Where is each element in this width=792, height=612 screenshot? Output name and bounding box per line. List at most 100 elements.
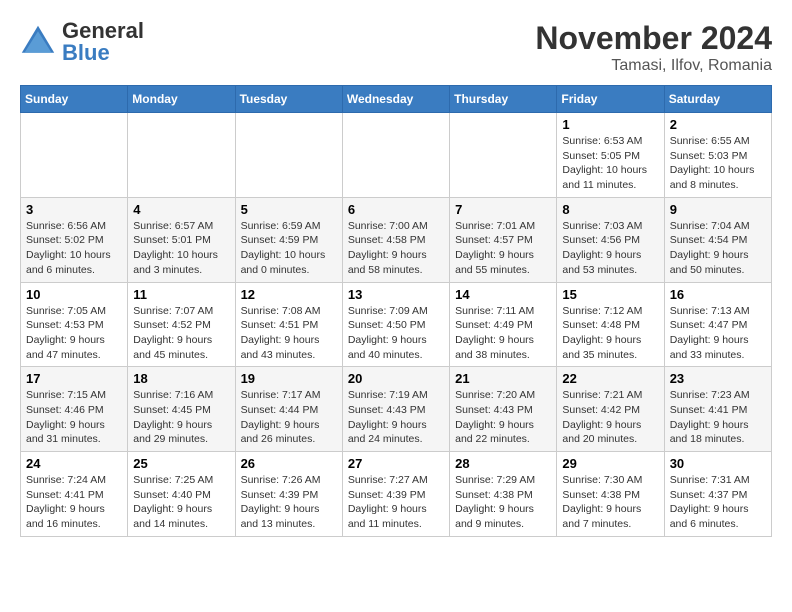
day-number: 5 xyxy=(241,202,337,217)
day-number: 30 xyxy=(670,456,766,471)
day-info: Sunrise: 6:59 AM Sunset: 4:59 PM Dayligh… xyxy=(241,219,337,278)
day-number: 13 xyxy=(348,287,444,302)
day-header-wednesday: Wednesday xyxy=(342,86,449,113)
day-number: 2 xyxy=(670,117,766,132)
day-info: Sunrise: 6:53 AM Sunset: 5:05 PM Dayligh… xyxy=(562,134,658,193)
day-number: 27 xyxy=(348,456,444,471)
day-info: Sunrise: 7:29 AM Sunset: 4:38 PM Dayligh… xyxy=(455,473,551,532)
calendar-cell: 16 Sunrise: 7:13 AM Sunset: 4:47 PM Dayli… xyxy=(664,282,771,367)
day-info: Sunrise: 7:07 AM Sunset: 4:52 PM Dayligh… xyxy=(133,304,229,363)
day-number: 8 xyxy=(562,202,658,217)
day-number: 10 xyxy=(26,287,122,302)
title-block: November 2024 Tamasi, Ilfov, Romania xyxy=(535,20,772,75)
day-number: 14 xyxy=(455,287,551,302)
calendar-cell: 18 Sunrise: 7:16 AM Sunset: 4:45 PM Dayli… xyxy=(128,367,235,452)
calendar-cell: 27Sunrise: 7:27 AM Sunset: 4:39 PM Dayli… xyxy=(342,452,449,537)
calendar-week-3: 10 Sunrise: 7:05 AM Sunset: 4:53 PM Dayli… xyxy=(21,282,772,367)
day-number: 25 xyxy=(133,456,229,471)
day-info: Sunrise: 6:55 AM Sunset: 5:03 PM Dayligh… xyxy=(670,134,766,193)
logo-text: General Blue xyxy=(62,20,144,64)
day-info: Sunrise: 7:11 AM Sunset: 4:49 PM Dayligh… xyxy=(455,304,551,363)
calendar-cell: 10 Sunrise: 7:05 AM Sunset: 4:53 PM Dayli… xyxy=(21,282,128,367)
calendar-cell: 26 Sunrise: 7:26 AM Sunset: 4:39 PM Dayli… xyxy=(235,452,342,537)
day-number: 17 xyxy=(26,371,122,386)
day-info: Sunrise: 7:24 AM Sunset: 4:41 PM Dayligh… xyxy=(26,473,122,532)
calendar-cell: 1 Sunrise: 6:53 AM Sunset: 5:05 PM Daylig… xyxy=(557,113,664,198)
calendar-cell: 25 Sunrise: 7:25 AM Sunset: 4:40 PM Dayli… xyxy=(128,452,235,537)
day-number: 12 xyxy=(241,287,337,302)
day-info: Sunrise: 7:25 AM Sunset: 4:40 PM Dayligh… xyxy=(133,473,229,532)
day-info: Sunrise: 7:13 AM Sunset: 4:47 PM Dayligh… xyxy=(670,304,766,363)
calendar-cell: 11 Sunrise: 7:07 AM Sunset: 4:52 PM Dayli… xyxy=(128,282,235,367)
calendar-cell: 30 Sunrise: 7:31 AM Sunset: 4:37 PM Dayli… xyxy=(664,452,771,537)
calendar-cell: 8Sunrise: 7:03 AM Sunset: 4:56 PM Daylig… xyxy=(557,197,664,282)
day-number: 16 xyxy=(670,287,766,302)
day-info: Sunrise: 7:08 AM Sunset: 4:51 PM Dayligh… xyxy=(241,304,337,363)
calendar-cell: 23Sunrise: 7:23 AM Sunset: 4:41 PM Dayli… xyxy=(664,367,771,452)
calendar-cell xyxy=(21,113,128,198)
day-info: Sunrise: 7:20 AM Sunset: 4:43 PM Dayligh… xyxy=(455,388,551,447)
day-number: 15 xyxy=(562,287,658,302)
calendar-cell: 13 Sunrise: 7:09 AM Sunset: 4:50 PM Dayli… xyxy=(342,282,449,367)
calendar-cell: 5 Sunrise: 6:59 AM Sunset: 4:59 PM Daylig… xyxy=(235,197,342,282)
calendar-week-5: 24Sunrise: 7:24 AM Sunset: 4:41 PM Dayli… xyxy=(21,452,772,537)
day-info: Sunrise: 7:17 AM Sunset: 4:44 PM Dayligh… xyxy=(241,388,337,447)
calendar-cell: 28 Sunrise: 7:29 AM Sunset: 4:38 PM Dayli… xyxy=(450,452,557,537)
day-number: 6 xyxy=(348,202,444,217)
day-number: 21 xyxy=(455,371,551,386)
day-number: 1 xyxy=(562,117,658,132)
day-header-friday: Friday xyxy=(557,86,664,113)
day-info: Sunrise: 7:19 AM Sunset: 4:43 PM Dayligh… xyxy=(348,388,444,447)
day-number: 3 xyxy=(26,202,122,217)
day-info: Sunrise: 7:26 AM Sunset: 4:39 PM Dayligh… xyxy=(241,473,337,532)
day-number: 7 xyxy=(455,202,551,217)
calendar-cell: 15Sunrise: 7:12 AM Sunset: 4:48 PM Dayli… xyxy=(557,282,664,367)
day-info: Sunrise: 6:56 AM Sunset: 5:02 PM Dayligh… xyxy=(26,219,122,278)
calendar-cell: 12 Sunrise: 7:08 AM Sunset: 4:51 PM Dayli… xyxy=(235,282,342,367)
day-number: 11 xyxy=(133,287,229,302)
day-header-tuesday: Tuesday xyxy=(235,86,342,113)
calendar-cell: 2 Sunrise: 6:55 AM Sunset: 5:03 PM Daylig… xyxy=(664,113,771,198)
calendar-week-1: 1 Sunrise: 6:53 AM Sunset: 5:05 PM Daylig… xyxy=(21,113,772,198)
calendar-table: SundayMondayTuesdayWednesdayThursdayFrid… xyxy=(20,85,772,537)
calendar-cell: 3 Sunrise: 6:56 AM Sunset: 5:02 PM Daylig… xyxy=(21,197,128,282)
day-header-saturday: Saturday xyxy=(664,86,771,113)
day-number: 9 xyxy=(670,202,766,217)
calendar-cell: 4Sunrise: 6:57 AM Sunset: 5:01 PM Daylig… xyxy=(128,197,235,282)
day-number: 20 xyxy=(348,371,444,386)
calendar-cell xyxy=(342,113,449,198)
day-info: Sunrise: 7:04 AM Sunset: 4:54 PM Dayligh… xyxy=(670,219,766,278)
day-info: Sunrise: 7:31 AM Sunset: 4:37 PM Dayligh… xyxy=(670,473,766,532)
day-info: Sunrise: 7:09 AM Sunset: 4:50 PM Dayligh… xyxy=(348,304,444,363)
day-info: Sunrise: 7:05 AM Sunset: 4:53 PM Dayligh… xyxy=(26,304,122,363)
calendar-week-4: 17 Sunrise: 7:15 AM Sunset: 4:46 PM Dayli… xyxy=(21,367,772,452)
calendar-cell: 19 Sunrise: 7:17 AM Sunset: 4:44 PM Dayli… xyxy=(235,367,342,452)
calendar-cell xyxy=(450,113,557,198)
calendar-cell: 14 Sunrise: 7:11 AM Sunset: 4:49 PM Dayli… xyxy=(450,282,557,367)
day-info: Sunrise: 7:16 AM Sunset: 4:45 PM Dayligh… xyxy=(133,388,229,447)
day-info: Sunrise: 7:30 AM Sunset: 4:38 PM Dayligh… xyxy=(562,473,658,532)
day-number: 28 xyxy=(455,456,551,471)
logo-icon xyxy=(20,24,56,60)
calendar-cell: 6 Sunrise: 7:00 AM Sunset: 4:58 PM Daylig… xyxy=(342,197,449,282)
day-number: 19 xyxy=(241,371,337,386)
day-info: Sunrise: 7:15 AM Sunset: 4:46 PM Dayligh… xyxy=(26,388,122,447)
day-info: Sunrise: 7:23 AM Sunset: 4:41 PM Dayligh… xyxy=(670,388,766,447)
day-info: Sunrise: 7:01 AM Sunset: 4:57 PM Dayligh… xyxy=(455,219,551,278)
location-title: Tamasi, Ilfov, Romania xyxy=(535,57,772,75)
day-number: 26 xyxy=(241,456,337,471)
page-header: General Blue November 2024 Tamasi, Ilfov… xyxy=(20,20,772,75)
calendar-cell: 9 Sunrise: 7:04 AM Sunset: 4:54 PM Daylig… xyxy=(664,197,771,282)
calendar-cell: 29 Sunrise: 7:30 AM Sunset: 4:38 PM Dayli… xyxy=(557,452,664,537)
calendar-cell xyxy=(128,113,235,198)
calendar-week-2: 3 Sunrise: 6:56 AM Sunset: 5:02 PM Daylig… xyxy=(21,197,772,282)
day-info: Sunrise: 7:00 AM Sunset: 4:58 PM Dayligh… xyxy=(348,219,444,278)
day-number: 29 xyxy=(562,456,658,471)
calendar-cell: 17 Sunrise: 7:15 AM Sunset: 4:46 PM Dayli… xyxy=(21,367,128,452)
day-number: 18 xyxy=(133,371,229,386)
day-number: 22 xyxy=(562,371,658,386)
calendar-cell xyxy=(235,113,342,198)
day-header-thursday: Thursday xyxy=(450,86,557,113)
calendar-cell: 21 Sunrise: 7:20 AM Sunset: 4:43 PM Dayli… xyxy=(450,367,557,452)
logo-blue: Blue xyxy=(62,40,110,65)
